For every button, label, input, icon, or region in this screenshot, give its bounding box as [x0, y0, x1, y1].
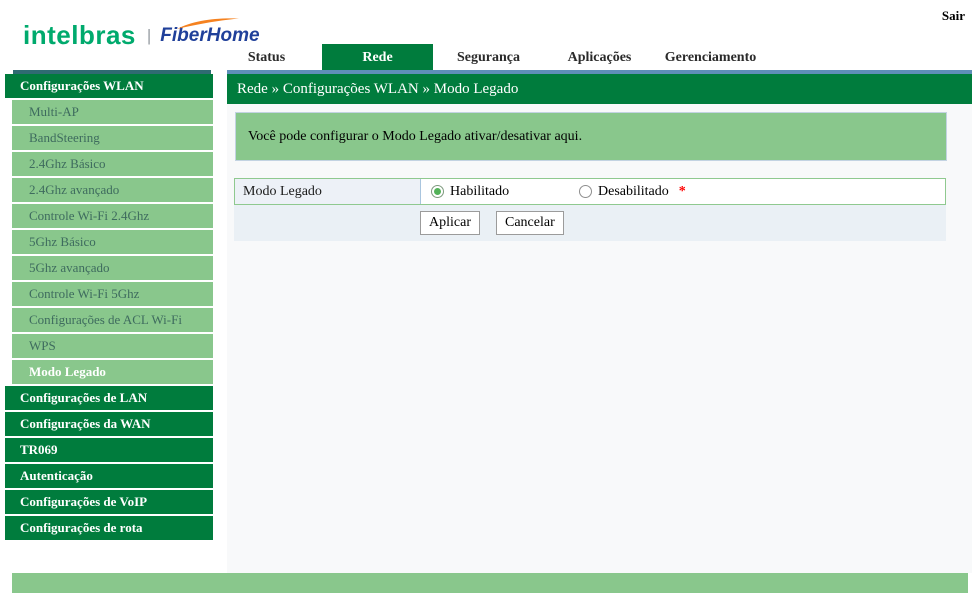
required-asterisk: *: [678, 183, 686, 199]
sidebar-item-label: Configurações da WAN: [20, 416, 151, 431]
sidebar-item-label: Configurações de ACL Wi-Fi: [29, 312, 182, 327]
footer-bar: [12, 573, 968, 593]
tab-status[interactable]: Status: [211, 44, 322, 71]
action-button-cancelar[interactable]: Cancelar: [495, 211, 564, 235]
info-banner: Você pode configurar o Modo Legado ativa…: [235, 112, 947, 161]
main-content: Você pode configurar o Modo Legado ativa…: [227, 104, 972, 573]
fiberhome-swoosh-icon: [177, 17, 240, 29]
sidebar-item-label: 2.4Ghz Básico: [29, 156, 106, 171]
action-button-aplicar[interactable]: Aplicar: [420, 211, 480, 235]
radio-option-desabilitado[interactable]: Desabilitado: [579, 184, 669, 200]
sidebar-item-label: Controle Wi-Fi 5Ghz: [29, 286, 140, 301]
sidebar-item-label: Configurações de rota: [20, 520, 143, 535]
modo-legado-form-row: Modo Legado Habilitado Desabilitado *: [234, 178, 946, 205]
sidebar-item-configuracoes-de-lan[interactable]: Configurações de LAN: [5, 386, 213, 410]
sidebar-item-configuracoes-wlan[interactable]: Configurações WLAN: [5, 74, 213, 98]
info-message: Você pode configurar o Modo Legado ativa…: [248, 128, 583, 144]
sidebar-item-configuracoes-da-wan[interactable]: Configurações da WAN: [5, 412, 213, 436]
sidebar-item-label: Configurações de VoIP: [20, 494, 148, 509]
sidebar-item-label: Configurações WLAN: [20, 78, 144, 93]
page: intelbras | FiberHome Sair Status Rede S…: [0, 0, 972, 599]
sidebar-item-label: Configurações de LAN: [20, 390, 148, 405]
sidebar-item-label: Multi-AP: [29, 104, 79, 119]
tab-aplicacoes[interactable]: Aplicações: [544, 44, 655, 71]
sidebar-item-label: 2.4Ghz avançado: [29, 182, 120, 197]
sidebar-item-label: BandSteering: [29, 130, 100, 145]
breadcrumb: Rede » Configurações WLAN » Modo Legado: [227, 74, 972, 104]
sidebar-item-label: 5Ghz Básico: [29, 234, 96, 249]
sidebar-item-label: 5Ghz avançado: [29, 260, 110, 275]
radio-group: Habilitado Desabilitado: [431, 184, 669, 200]
sidebar-item-bandsteering[interactable]: BandSteering: [12, 126, 213, 150]
radio-option-habilitado[interactable]: Habilitado: [431, 184, 579, 200]
tab-label: Aplicações: [567, 50, 632, 65]
tab-label: Status: [247, 50, 286, 65]
sidebar-item-label: WPS: [29, 338, 56, 353]
sidebar-item-label: Autenticação: [20, 468, 93, 483]
tab-gerenciamento[interactable]: Gerenciamento: [655, 44, 766, 71]
intelbras-logo: intelbras: [23, 20, 136, 50]
sidebar-item-5ghz-basico[interactable]: 5Ghz Básico: [12, 230, 213, 254]
sidebar-item-2-4ghz-basico[interactable]: 2.4Ghz Básico: [12, 152, 213, 176]
sidebar-item-5ghz-avancado[interactable]: 5Ghz avançado: [12, 256, 213, 280]
sidebar-item-label: Modo Legado: [29, 364, 106, 379]
sidebar-item-multi-ap[interactable]: Multi-AP: [12, 100, 213, 124]
tab-seguranca[interactable]: Segurança: [433, 44, 544, 71]
logout-link[interactable]: Sair: [942, 8, 965, 24]
sidebar-item-label: Controle Wi-Fi 2.4Ghz: [29, 208, 150, 223]
nav-tabs: Status Rede Segurança Aplicações Gerenci…: [211, 44, 766, 71]
field-value-cell: Habilitado Desabilitado *: [421, 179, 945, 204]
sidebar-item-label: TR069: [20, 442, 58, 457]
tab-label: Rede: [362, 50, 393, 65]
sidebar-item-controle-wi-fi-5ghz[interactable]: Controle Wi-Fi 5Ghz: [12, 282, 213, 306]
tab-rede[interactable]: Rede: [322, 44, 433, 71]
sidebar-item-tr069[interactable]: TR069: [5, 438, 213, 462]
sidebar-item-configuracoes-de-voip[interactable]: Configurações de VoIP: [5, 490, 213, 514]
radio-option-label: Desabilitado: [598, 183, 669, 199]
sidebar-item-autenticacao[interactable]: Autenticação: [5, 464, 213, 488]
sidebar-item-configuracoes-de-rota[interactable]: Configurações de rota: [5, 516, 213, 540]
sidebar-item-controle-wi-fi-2-4ghz[interactable]: Controle Wi-Fi 2.4Ghz: [12, 204, 213, 228]
radio-icon[interactable]: [579, 185, 592, 198]
brand-divider: |: [146, 25, 152, 45]
field-label: Modo Legado: [235, 179, 421, 204]
sidebar-item-wps[interactable]: WPS: [12, 334, 213, 358]
action-button-label: Aplicar: [429, 215, 471, 230]
sidebar-item-configuracoes-de-acl-wi-fi[interactable]: Configurações de ACL Wi-Fi: [12, 308, 213, 332]
sidebar-item-2-4ghz-avancado[interactable]: 2.4Ghz avançado: [12, 178, 213, 202]
radio-option-label: Habilitado: [450, 183, 510, 199]
tab-label: Segurança: [457, 50, 520, 65]
sidebar: Configurações WLAN Multi-AP BandSteering…: [0, 74, 213, 542]
sidebar-item-modo-legado[interactable]: Modo Legado: [12, 360, 213, 384]
radio-icon[interactable]: [431, 185, 444, 198]
tab-label: Gerenciamento: [664, 50, 757, 65]
action-button-label: Cancelar: [504, 215, 555, 230]
actions-row: Aplicar Cancelar: [234, 205, 946, 241]
